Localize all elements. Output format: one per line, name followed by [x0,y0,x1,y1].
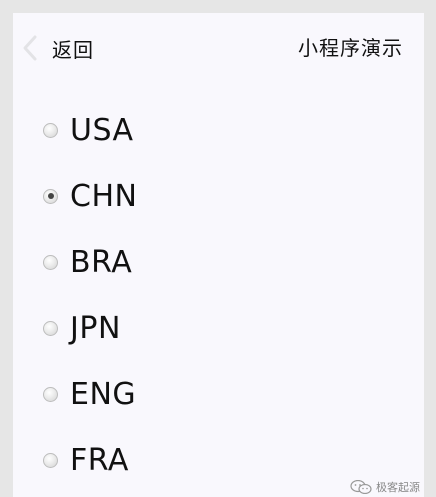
page-title: 小程序演示 [298,36,403,60]
page-frame: 返回 小程序演示 USA CHN BRA JPN ENG FRA 极客起源 [13,13,424,497]
radio-option-eng[interactable]: ENG [43,369,136,419]
back-button[interactable]: 返回 [22,34,94,62]
radio-label: FRA [70,442,129,478]
radio-option-jpn[interactable]: JPN [43,303,121,353]
radio-button[interactable] [43,386,58,402]
radio-button[interactable] [43,254,58,270]
radio-option-usa[interactable]: USA [43,105,134,155]
radio-option-fra[interactable]: FRA [43,435,129,485]
radio-label: CHN [70,178,138,214]
navigation-bar: 返回 小程序演示 [13,13,424,83]
radio-button[interactable] [43,452,58,468]
radio-button[interactable] [43,320,58,336]
radio-button-checked[interactable] [43,188,58,204]
radio-button[interactable] [43,122,58,138]
radio-option-bra[interactable]: BRA [43,237,132,287]
wechat-icon [350,480,372,494]
radio-label: BRA [70,244,133,280]
watermark: 极客起源 [350,479,420,495]
radio-option-chn[interactable]: CHN [43,171,137,221]
chevron-left-icon [23,35,37,61]
watermark-text: 极客起源 [376,481,420,494]
radio-label: ENG [70,376,137,412]
radio-label: JPN [70,310,121,346]
back-label: 返回 [52,37,94,62]
radio-label: USA [70,112,134,148]
